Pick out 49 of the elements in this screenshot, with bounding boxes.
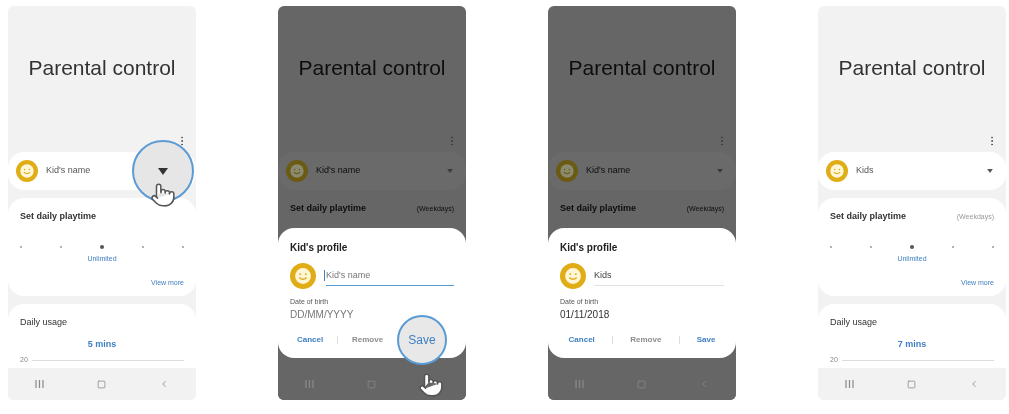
dialog-title: Kid's profile: [290, 240, 349, 255]
playtime-title: Set daily playtime: [560, 202, 637, 215]
profile-selector[interactable]: Kid's name: [548, 152, 736, 190]
name-input[interactable]: Kids: [594, 265, 724, 286]
avatar-icon: [290, 262, 316, 289]
dialog-title: Kid's profile: [560, 240, 619, 255]
screen-title: Parental control: [298, 55, 446, 82]
usage-title: Daily usage: [20, 316, 69, 329]
screen-title: Parental control: [568, 55, 716, 82]
profile-name: Kid's name: [586, 164, 631, 178]
slider-thumb[interactable]: [100, 244, 104, 249]
recent-apps-icon[interactable]: [574, 380, 584, 388]
avatar-icon: [16, 160, 38, 182]
profile-name: Kid's name: [46, 164, 91, 178]
caret-icon: [158, 167, 168, 175]
usage-value: 7 mins: [897, 337, 927, 351]
screen-title: Parental control: [28, 55, 176, 82]
profile-name: Kid's name: [316, 164, 361, 178]
avatar-icon: [560, 262, 586, 289]
caret-icon: [987, 169, 993, 173]
home-icon[interactable]: [637, 379, 646, 389]
avatar-icon: [826, 160, 848, 182]
screen-title: Parental control: [838, 55, 986, 82]
profile-selector[interactable]: Kids: [818, 152, 1006, 190]
recent-apps-icon[interactable]: [34, 380, 44, 388]
date-input[interactable]: 01/11/2018: [560, 307, 724, 322]
recent-apps-icon[interactable]: [844, 380, 854, 388]
caret-icon: [447, 169, 453, 173]
avatar-icon: [286, 160, 308, 182]
name-input[interactable]: Kid's name: [326, 265, 454, 286]
recent-apps-icon[interactable]: [304, 380, 314, 388]
dialog-button[interactable]: Cancel: [568, 334, 595, 346]
home-icon[interactable]: [97, 379, 106, 389]
caret-icon: [717, 169, 723, 173]
usage-value: 5 mins: [87, 337, 117, 351]
avatar-icon: [556, 160, 578, 182]
dialog-button[interactable]: Cancel: [296, 334, 324, 346]
dialog-button[interactable]: Save: [696, 334, 716, 346]
home-icon[interactable]: [367, 379, 376, 389]
playtime-title: Set daily playtime: [20, 210, 97, 223]
profile-name: Kids: [856, 164, 874, 178]
home-icon[interactable]: [907, 379, 916, 389]
dialog-button[interactable]: Save: [397, 315, 448, 365]
slider-thumb[interactable]: [910, 244, 914, 249]
profile-selector[interactable]: Kid's name: [278, 152, 466, 190]
text-cursor: [324, 270, 325, 281]
usage-title: Daily usage: [830, 316, 879, 329]
playtime-title: Set daily playtime: [290, 202, 367, 215]
playtime-title: Set daily playtime: [830, 210, 907, 223]
